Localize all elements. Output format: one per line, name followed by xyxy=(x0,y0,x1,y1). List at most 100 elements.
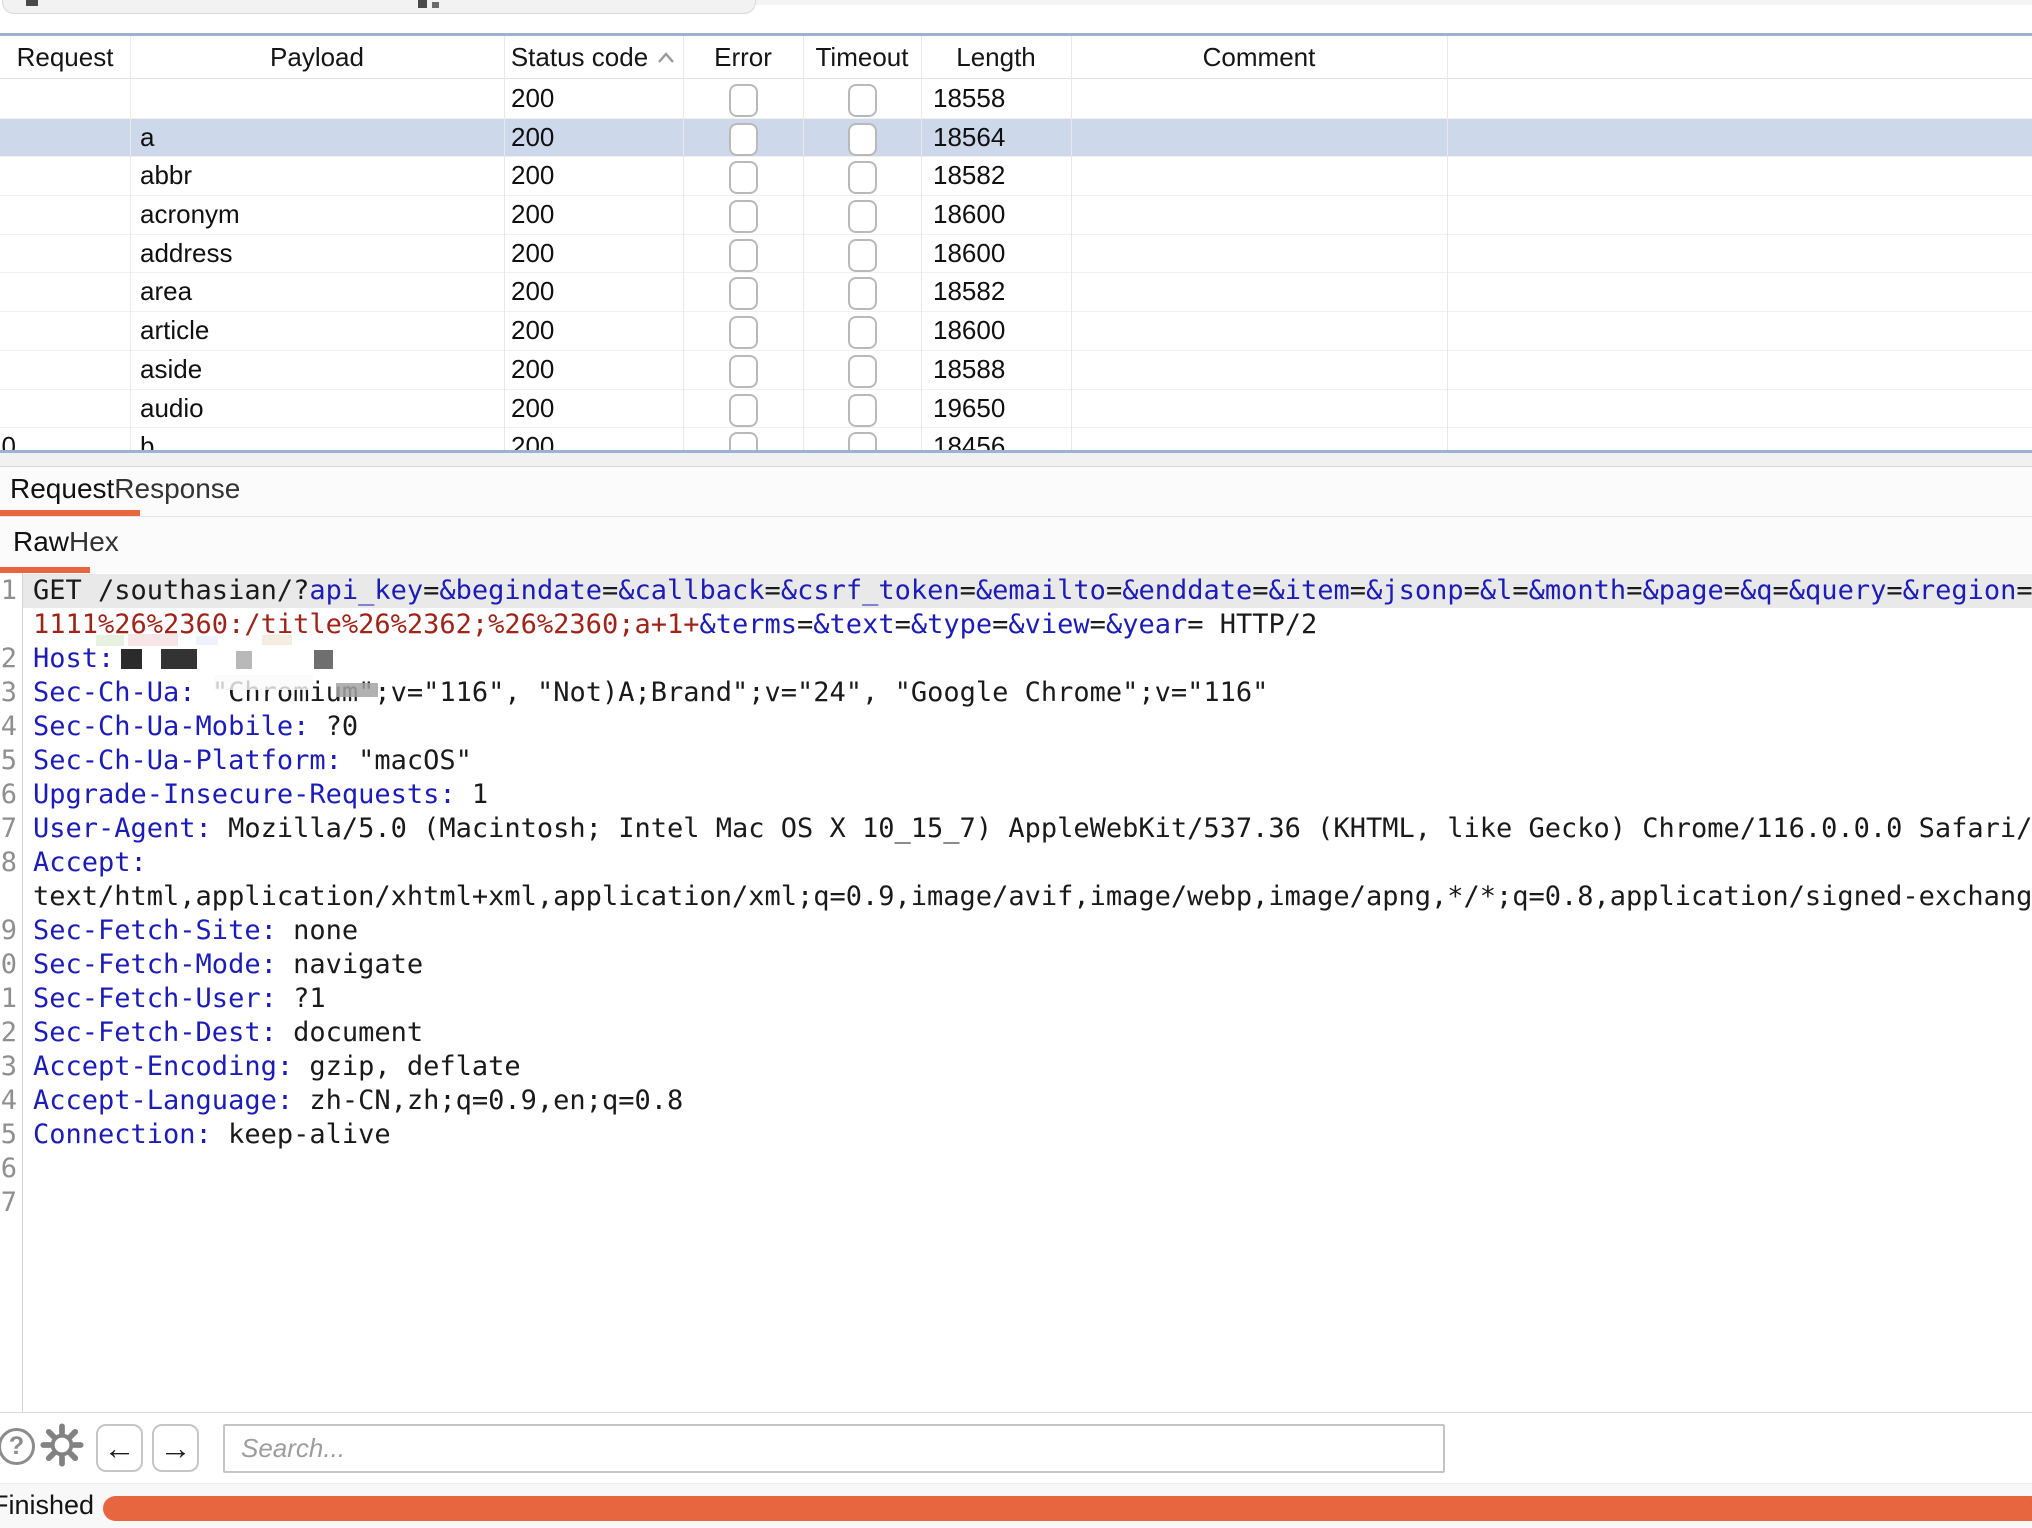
cropped-panel-edge xyxy=(2,0,756,14)
table-row[interactable]: acronym20018600 xyxy=(0,196,2032,235)
column-header-label: Comment xyxy=(1203,42,1316,72)
request-text: Accept-Encoding: xyxy=(33,1051,293,1082)
request-text: = xyxy=(960,575,976,606)
column-header-comment[interactable]: Comment xyxy=(1071,36,1447,79)
timeout-checkbox[interactable] xyxy=(848,355,877,388)
column-header-label: Timeout xyxy=(816,42,909,72)
request-text: &csrf_token xyxy=(781,575,960,606)
table-row[interactable]: a20018564 xyxy=(0,119,2032,158)
line-number: 4 xyxy=(0,710,17,744)
timeout-checkbox[interactable] xyxy=(848,123,877,156)
length-cell: 18600 xyxy=(921,312,1071,350)
length-cell: 18600 xyxy=(921,196,1071,234)
request-text: = xyxy=(1090,609,1106,640)
request-text: &emailto xyxy=(976,575,1106,606)
column-header-length[interactable]: Length xyxy=(921,36,1071,79)
timeout-checkbox[interactable] xyxy=(848,84,877,117)
next-match-button[interactable]: → xyxy=(152,1424,199,1472)
request-text: Connection: xyxy=(33,1119,212,1150)
tab-response[interactable]: Response xyxy=(114,467,240,511)
view-tab-bar: RawHex xyxy=(0,517,2032,573)
search-input[interactable] xyxy=(223,1424,1445,1473)
timeout-checkbox[interactable] xyxy=(848,161,877,194)
settings-gear-icon[interactable] xyxy=(40,1423,84,1467)
comment-cell xyxy=(1071,312,1447,350)
column-header-error[interactable]: Error xyxy=(683,36,803,79)
payload-cell: b xyxy=(130,428,504,450)
previous-match-button[interactable]: ← xyxy=(96,1424,143,1472)
table-row[interactable]: address20018600 xyxy=(0,235,2032,274)
column-header-timeout[interactable]: Timeout xyxy=(803,36,921,79)
length-cell: 19650 xyxy=(921,390,1071,428)
request-line: text/html,application/xhtml+xml,applicat… xyxy=(0,880,2032,914)
request-text: &year xyxy=(1106,609,1187,640)
subtab-hex[interactable]: Hex xyxy=(69,517,119,567)
line-number: 13 xyxy=(0,1050,17,1084)
error-cell xyxy=(683,235,803,273)
line-number: 15 xyxy=(0,1118,17,1152)
timeout-checkbox[interactable] xyxy=(848,394,877,427)
cropped-glyph-fragment xyxy=(418,0,427,8)
timeout-checkbox[interactable] xyxy=(848,239,877,272)
status-code-cell: 200 xyxy=(504,196,683,234)
request-line: 14Accept-Language: zh-CN,zh;q=0.9,en;q=0… xyxy=(0,1084,2032,1118)
error-checkbox[interactable] xyxy=(729,316,758,349)
table-row[interactable]: aside20018588 xyxy=(0,351,2032,390)
request-text: zh-CN,zh;q=0.9,en;q=0.8 xyxy=(293,1085,683,1116)
request-number-cell xyxy=(0,80,130,118)
column-header-payload[interactable]: Payload xyxy=(130,36,504,79)
payload-cell: area xyxy=(130,273,504,311)
results-header-row: RequestPayloadStatus codeError Timeout Len… xyxy=(0,36,2032,79)
error-checkbox[interactable] xyxy=(729,123,758,156)
request-text: = xyxy=(2016,575,2032,606)
error-checkbox[interactable] xyxy=(729,161,758,194)
status-code-cell: 200 xyxy=(504,273,683,311)
request-text: Sec-Fetch-Dest: xyxy=(33,1017,277,1048)
status-code-cell: 200 xyxy=(504,235,683,273)
request-text: text/html,application/xhtml+xml,applicat… xyxy=(33,881,2032,912)
request-text: User-Agent: xyxy=(33,813,212,844)
payload-cell: article xyxy=(130,312,504,350)
timeout-checkbox[interactable] xyxy=(848,200,877,233)
timeout-checkbox[interactable] xyxy=(848,432,877,450)
error-checkbox[interactable] xyxy=(729,200,758,233)
length-cell: 18600 xyxy=(921,235,1071,273)
request-line: 1GET /southasian/?api_key=&begindate=&ca… xyxy=(0,574,2032,608)
error-checkbox[interactable] xyxy=(729,277,758,310)
request-text: api_key xyxy=(309,575,423,606)
request-editor[interactable]: 1GET /southasian/?api_key=&begindate=&ca… xyxy=(0,573,2032,1412)
request-line: 1111%26%2360:/title%26%2362;%26%2360;a+1… xyxy=(0,608,2032,642)
table-row[interactable]: article20018600 xyxy=(0,312,2032,351)
sort-ascending-icon xyxy=(656,51,676,64)
request-text: Sec-Fetch-User: xyxy=(33,983,277,1014)
error-checkbox[interactable] xyxy=(729,394,758,427)
request-line: 11Sec-Fetch-User: ?1 xyxy=(0,982,2032,1016)
timeout-cell xyxy=(803,80,921,118)
column-header-request[interactable]: Request xyxy=(0,36,130,79)
table-row[interactable]: audio20019650 xyxy=(0,390,2032,429)
tab-request[interactable]: Request xyxy=(10,467,114,511)
error-checkbox[interactable] xyxy=(729,432,758,450)
help-icon[interactable]: ? xyxy=(0,1428,35,1465)
error-checkbox[interactable] xyxy=(729,84,758,117)
length-cell: 18582 xyxy=(921,273,1071,311)
column-header-status-code[interactable]: Status code xyxy=(504,36,683,79)
request-text: Sec-Ch-Ua: xyxy=(33,677,196,708)
line-number: 5 xyxy=(0,744,17,778)
timeout-checkbox[interactable] xyxy=(848,316,877,349)
error-checkbox[interactable] xyxy=(729,239,758,272)
table-row[interactable]: abbr20018582 xyxy=(0,157,2032,196)
timeout-checkbox[interactable] xyxy=(848,277,877,310)
progress-bar xyxy=(103,1496,2032,1521)
length-cell: 18456 xyxy=(921,428,1071,450)
subtab-raw[interactable]: Raw xyxy=(13,517,69,567)
table-row[interactable]: area200 18582 xyxy=(0,273,2032,312)
payload-cell: audio xyxy=(130,390,504,428)
table-row[interactable]: 20018558 xyxy=(0,80,2032,119)
error-checkbox[interactable] xyxy=(729,355,758,388)
timeout-cell xyxy=(803,273,921,311)
error-cell xyxy=(683,351,803,389)
line-number: 8 xyxy=(0,846,17,880)
request-text: &page xyxy=(1642,575,1723,606)
table-row[interactable]: 0b20018456 xyxy=(0,428,2032,450)
